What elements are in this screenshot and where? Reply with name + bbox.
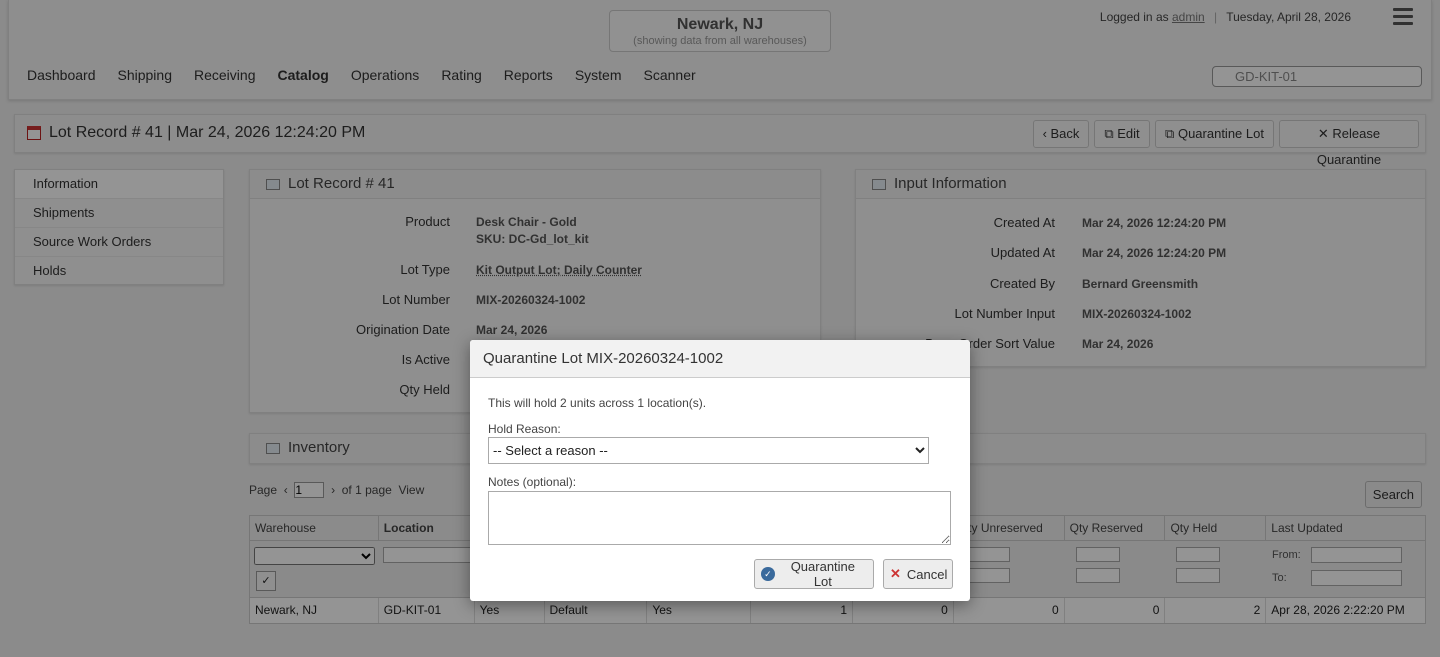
cancel-label: Cancel — [906, 566, 948, 582]
check-circle-icon: ✓ — [761, 567, 775, 581]
quarantine-lot-dialog: Quarantine Lot MIX-20260324-1002 This wi… — [470, 340, 970, 601]
notes-textarea[interactable] — [488, 491, 951, 545]
confirm-quarantine-button[interactable]: ✓ Quarantine Lot — [754, 559, 874, 589]
hold-reason-select[interactable]: -- Select a reason -- — [488, 437, 929, 464]
cancel-button[interactable]: ✕ Cancel — [883, 559, 953, 589]
dialog-message: This will hold 2 units across 1 location… — [488, 396, 707, 410]
close-icon: ✕ — [890, 566, 901, 581]
confirm-quarantine-label: Quarantine Lot — [790, 559, 856, 589]
notes-label: Notes (optional): — [488, 475, 577, 489]
dialog-title: Quarantine Lot MIX-20260324-1002 — [470, 340, 970, 378]
hold-reason-label: Hold Reason: — [488, 422, 561, 436]
